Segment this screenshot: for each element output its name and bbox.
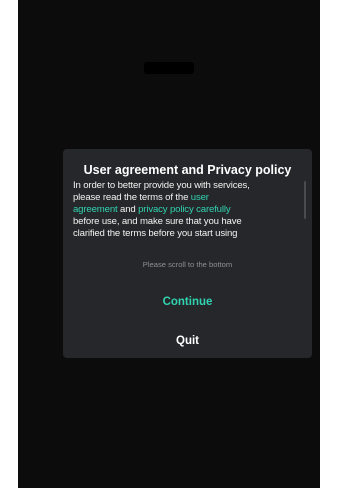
app-screen: User agreement and Privacy policy In ord… xyxy=(18,0,320,488)
scroll-hint: Please scroll to the bottom xyxy=(142,260,233,269)
terms-line-5: clarified the terms before you start usi… xyxy=(73,227,238,239)
privacy-dialog: User agreement and Privacy policy In ord… xyxy=(63,149,312,358)
continue-button[interactable]: Continue xyxy=(63,289,312,315)
terms-scrollbar[interactable] xyxy=(304,181,306,219)
user-agreement-link-cont[interactable]: agreement xyxy=(73,204,118,215)
terms-line-4: before use, and make sure that you have xyxy=(73,215,242,227)
privacy-policy-link[interactable]: privacy policy carefully xyxy=(138,204,231,215)
terms-text[interactable]: In order to better provide you with serv… xyxy=(73,180,299,240)
quit-button[interactable]: Quit xyxy=(63,328,312,354)
user-agreement-link[interactable]: user xyxy=(191,192,209,203)
terms-line-1: In order to better provide you with serv… xyxy=(73,180,250,191)
terms-and: and xyxy=(117,203,139,215)
app-logo xyxy=(144,62,194,74)
terms-line-2: please read the terms of the xyxy=(73,191,191,203)
dialog-title: User agreement and Privacy policy xyxy=(83,163,292,177)
